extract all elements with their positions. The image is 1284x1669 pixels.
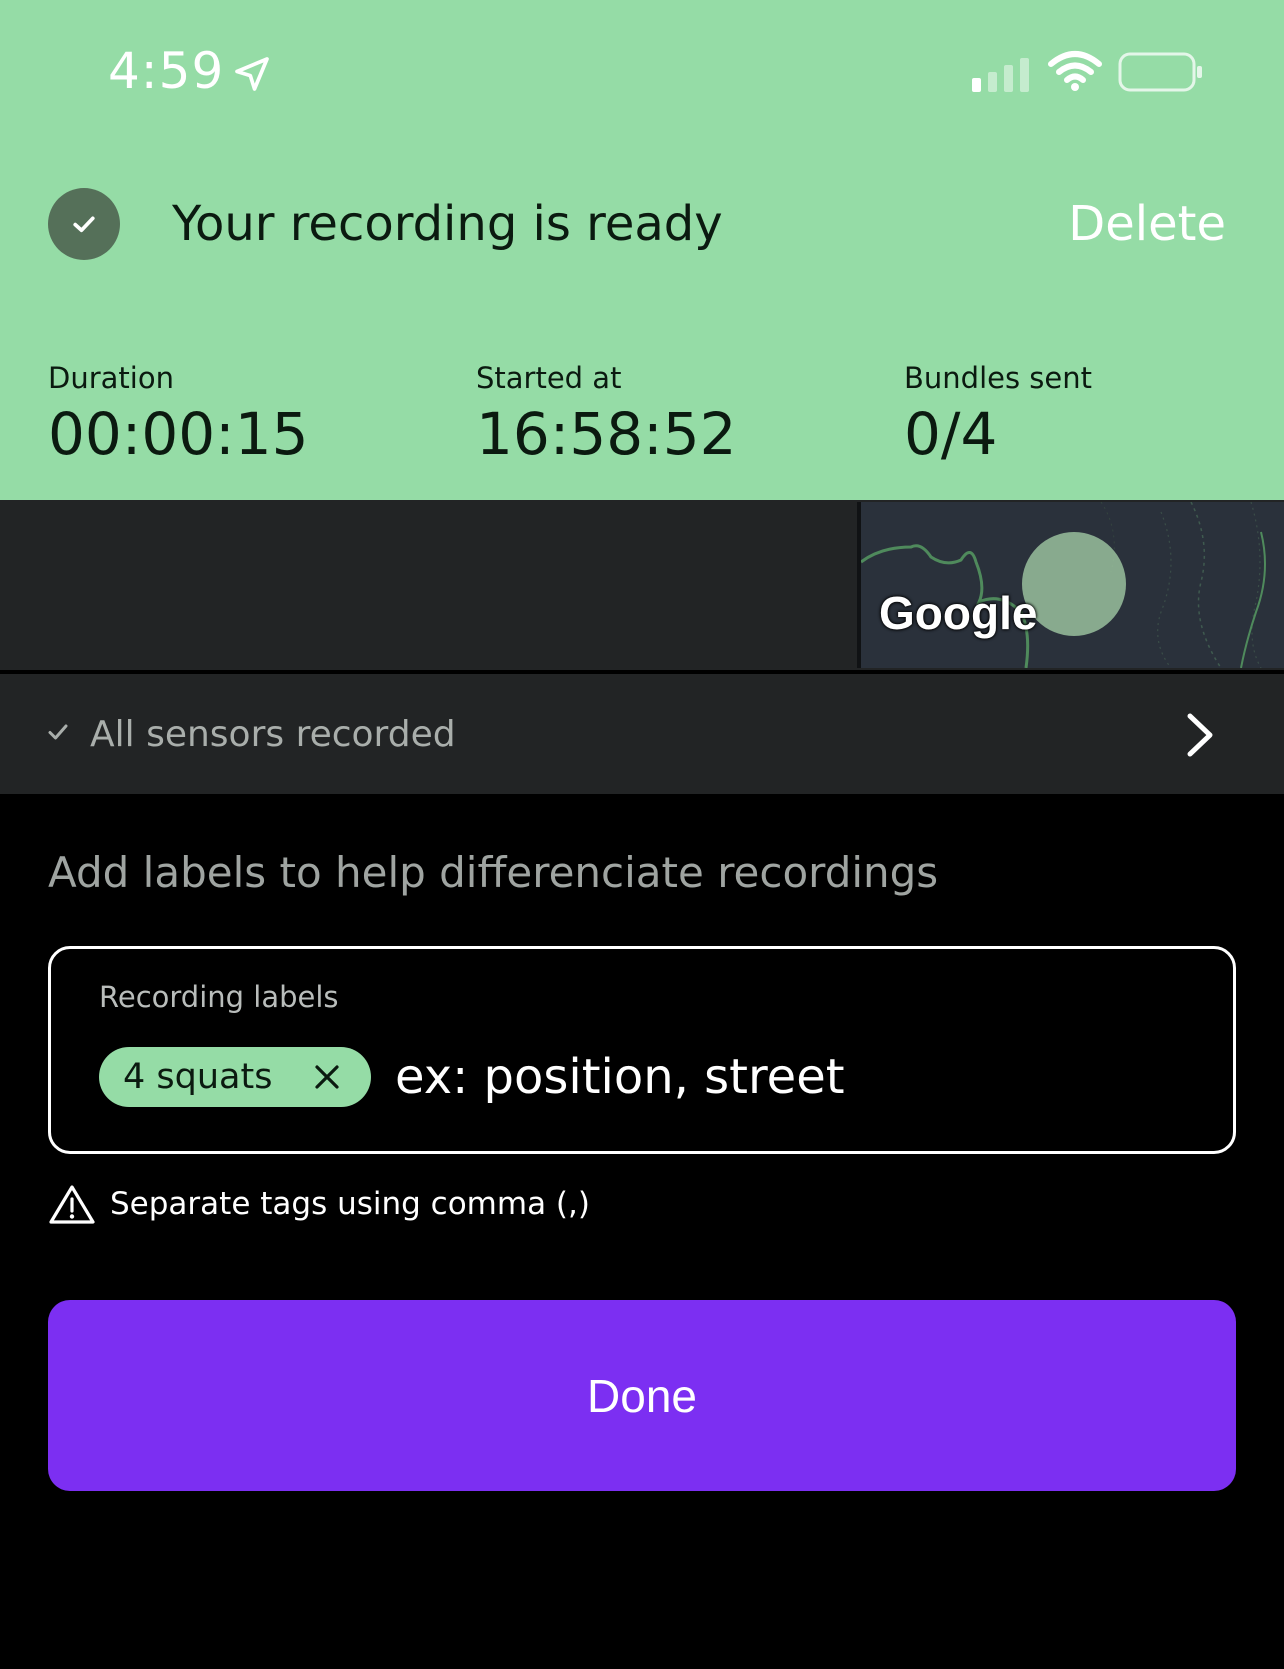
recording-ready-screen: 4:59 Your recording is ready Delete Dura… xyxy=(0,0,1284,1669)
label-chip-text: 4 squats xyxy=(123,1057,273,1097)
warning-icon xyxy=(49,1185,95,1224)
stat-value: 0/4 xyxy=(904,400,998,468)
warning-text: Separate tags using comma (,) xyxy=(110,1186,590,1222)
google-attribution: Google xyxy=(879,587,1038,639)
stat-label: Duration xyxy=(48,361,174,395)
location-arrow-icon xyxy=(235,57,269,91)
stat-label: Started at xyxy=(476,361,622,395)
stat-duration: Duration 00:00:15 xyxy=(48,360,309,470)
recording-labels-field[interactable]: Recording labels 4 squats xyxy=(48,946,1236,1154)
sensors-status-label: All sensors recorded xyxy=(90,714,456,755)
wifi-icon xyxy=(1048,51,1102,91)
stat-started-at: Started at 16:58:52 xyxy=(476,360,737,470)
page-title: Your recording is ready xyxy=(172,196,723,252)
close-icon[interactable] xyxy=(313,1063,341,1091)
warning-row: Separate tags using comma (,) xyxy=(48,1182,948,1226)
recording-labels-title: Recording labels xyxy=(99,980,339,1014)
labels-input[interactable] xyxy=(395,1045,1155,1109)
map-terrain xyxy=(861,502,1284,668)
label-chip[interactable]: 4 squats xyxy=(99,1047,371,1107)
stat-bundles-sent: Bundles sent 0/4 xyxy=(904,360,1092,470)
stat-label: Bundles sent xyxy=(904,361,1092,395)
recording-ready-row: Your recording is ready Delete xyxy=(0,186,1284,266)
recording-summary-header: 4:59 Your recording is ready Delete Dura… xyxy=(0,0,1284,500)
chevron-right-icon xyxy=(1187,713,1213,757)
done-button-label: Done xyxy=(587,1369,697,1422)
check-icon xyxy=(48,724,68,740)
sensors-status-row[interactable]: All sensors recorded xyxy=(0,674,1284,794)
stat-value: 16:58:52 xyxy=(476,400,737,468)
cellular-signal-icon xyxy=(972,58,1029,92)
status-bar-time: 4:59 xyxy=(108,42,225,100)
delete-button[interactable]: Delete xyxy=(1068,196,1226,252)
done-button[interactable]: Done xyxy=(48,1300,1236,1491)
check-circle-icon xyxy=(48,188,120,260)
labels-hint: Add labels to help differenciate recordi… xyxy=(48,848,939,897)
recording-stats: Duration 00:00:15 Started at 16:58:52 Bu… xyxy=(0,360,1284,470)
stat-value: 00:00:15 xyxy=(48,400,309,468)
check-icon xyxy=(73,216,95,233)
battery-icon xyxy=(1118,52,1202,92)
map-thumbnail[interactable]: Google xyxy=(857,502,1284,668)
